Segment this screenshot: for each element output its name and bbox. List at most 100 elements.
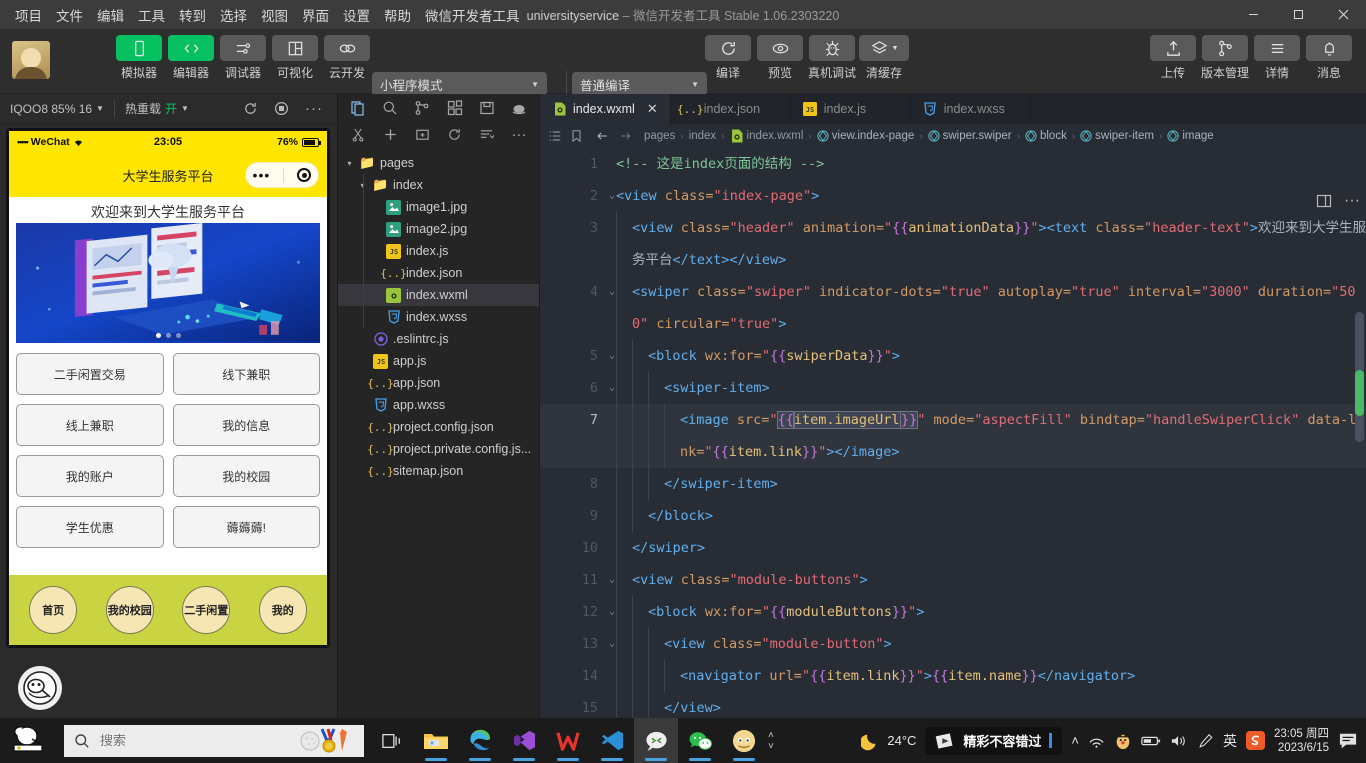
refresh-icon[interactable] bbox=[243, 101, 258, 116]
menu-item-6[interactable]: 视图 bbox=[254, 1, 295, 29]
menu-item-10[interactable]: 微信开发者工具 bbox=[418, 1, 527, 29]
menu-item-3[interactable]: 工具 bbox=[131, 1, 172, 29]
bookmark-icon[interactable] bbox=[570, 129, 583, 143]
code-line[interactable]: 4 ⌄ <swiper class="swiper" indicator-dots=… bbox=[540, 276, 1366, 340]
branch-icon[interactable] bbox=[406, 96, 438, 120]
wps-icon[interactable] bbox=[546, 718, 590, 763]
wechat-devtools-icon[interactable] bbox=[634, 718, 678, 763]
back-arrow-icon[interactable] bbox=[595, 129, 610, 143]
visual-studio-icon[interactable] bbox=[502, 718, 546, 763]
taskbar-clock[interactable]: 23:05 周四 2023/6/15 bbox=[1274, 727, 1329, 755]
module-button-4[interactable]: 我的账户 bbox=[16, 455, 164, 497]
swiper-dot[interactable] bbox=[165, 333, 171, 338]
chevron-down-icon[interactable]: ▾ bbox=[344, 159, 355, 168]
file-tree-item[interactable]: {..} project.private.config.js... bbox=[338, 438, 539, 460]
code-line[interactable]: 6 ⌄ <swiper-item> bbox=[540, 372, 1366, 404]
file-tree-item[interactable]: app.wxss bbox=[338, 394, 539, 416]
breadcrumb-item[interactable]: image bbox=[1167, 130, 1214, 142]
file-tree-item[interactable]: ▾📁index bbox=[338, 174, 539, 196]
file-tree-item[interactable]: {..} app.json bbox=[338, 372, 539, 394]
module-button-3[interactable]: 我的信息 bbox=[172, 404, 320, 446]
phone-tab-2[interactable]: 二手闲置 bbox=[182, 586, 231, 634]
wechat-icon[interactable] bbox=[678, 718, 722, 763]
extensions-icon[interactable] bbox=[439, 96, 471, 120]
menu-item-2[interactable]: 编辑 bbox=[90, 1, 131, 29]
toolbar-item-版本管理[interactable]: 版本管理 bbox=[1201, 35, 1249, 81]
code-line[interactable]: 2 ⌄ <view class="index-page"> bbox=[540, 180, 1366, 212]
breadcrumb-item[interactable]: view.index-page bbox=[817, 130, 914, 142]
toolbar-item-编译[interactable]: 编译 bbox=[705, 35, 751, 81]
module-button-6[interactable]: 学生优惠 bbox=[16, 506, 164, 548]
battery-icon[interactable] bbox=[1141, 734, 1161, 748]
swiper-dot[interactable] bbox=[155, 333, 161, 338]
save-icon[interactable] bbox=[471, 96, 503, 120]
qq-icon[interactable] bbox=[1114, 732, 1132, 750]
toolbar-item-编辑器[interactable]: 编辑器 bbox=[168, 35, 214, 81]
files-icon[interactable] bbox=[342, 96, 374, 120]
vscode-icon[interactable] bbox=[590, 718, 634, 763]
taskbar-search[interactable] bbox=[64, 724, 364, 757]
file-tree-item[interactable]: image2.jpg bbox=[338, 218, 539, 240]
code-line[interactable]: 12 ⌄ <block wx:for="{{moduleButtons}}"> bbox=[540, 596, 1366, 628]
code-line[interactable]: 8 </swiper-item> bbox=[540, 468, 1366, 500]
file-tree-item[interactable]: index.wxss bbox=[338, 306, 539, 328]
device-select[interactable]: IQOO8 85% 16 ▼ bbox=[0, 94, 114, 124]
pen-icon[interactable] bbox=[1197, 733, 1214, 749]
compile-select[interactable]: 普通编译 ▼ bbox=[572, 72, 707, 96]
news-widget[interactable]: 精彩不容错过 bbox=[925, 726, 1063, 755]
code-line[interactable]: 14 <navigator url="{{item.link}}">{{item.… bbox=[540, 660, 1366, 692]
code-line[interactable]: 1 <!-- 这是index页面的结构 --> bbox=[540, 148, 1366, 180]
notification-icon[interactable] bbox=[1338, 732, 1358, 750]
file-tree-item[interactable]: ▾ 📁 pages bbox=[338, 152, 539, 174]
close-tab-icon[interactable]: ✕ bbox=[647, 101, 658, 117]
phone-tab-1[interactable]: 我的校园 bbox=[105, 586, 154, 634]
volume-icon[interactable] bbox=[1170, 733, 1188, 749]
menu-item-1[interactable]: 文件 bbox=[49, 1, 90, 29]
breadcrumb-item[interactable]: swiper.swiper bbox=[927, 130, 1012, 142]
file-tree-item[interactable]: {..} project.config.json bbox=[338, 416, 539, 438]
editor-tab-index.json[interactable]: {..} index.json bbox=[671, 94, 791, 124]
editor-tab-index.wxss[interactable]: index.wxss bbox=[911, 94, 1031, 124]
menu-item-8[interactable]: 设置 bbox=[336, 1, 377, 29]
phone-tab-3[interactable]: 我的 bbox=[258, 586, 307, 634]
debug-icon[interactable] bbox=[503, 96, 535, 120]
close-button[interactable] bbox=[1321, 0, 1366, 29]
taskbar-scroll-arrows[interactable]: ˄ ˅ bbox=[768, 730, 774, 752]
mode-select[interactable]: 小程序模式 ▼ bbox=[372, 72, 547, 96]
capsule-close-icon[interactable] bbox=[297, 168, 312, 182]
outline-icon[interactable] bbox=[548, 129, 562, 143]
start-button[interactable] bbox=[0, 718, 64, 763]
wifi-icon[interactable] bbox=[1088, 733, 1105, 748]
maximize-button[interactable] bbox=[1276, 0, 1321, 29]
editor-tab-index.wxml[interactable]: index.wxml ✕ bbox=[540, 94, 671, 124]
code-line[interactable]: 3 <view class="header" animation="{{anima… bbox=[540, 212, 1366, 276]
menu-item-0[interactable]: 项目 bbox=[8, 1, 49, 29]
toolbar-item-调试器[interactable]: 调试器 bbox=[220, 35, 266, 81]
toolbar-item-模拟器[interactable]: 模拟器 bbox=[116, 35, 162, 81]
code-area[interactable]: 1 <!-- 这是index页面的结构 --> 2 ⌄ <view class="ind… bbox=[540, 148, 1366, 718]
toolbar-item-预览[interactable]: 预览 bbox=[757, 35, 803, 81]
new-folder-icon[interactable] bbox=[406, 123, 438, 147]
more-icon[interactable]: ··· bbox=[503, 123, 535, 147]
file-tree-item[interactable]: JS app.js bbox=[338, 350, 539, 372]
phone-tab-0[interactable]: 首页 bbox=[29, 586, 78, 634]
file-tree-item[interactable]: {..} sitemap.json bbox=[338, 460, 539, 482]
breadcrumb-item[interactable]: index bbox=[689, 130, 717, 142]
app-icon[interactable] bbox=[722, 718, 766, 763]
scroll-down-icon[interactable]: ˅ bbox=[768, 741, 774, 752]
code-line[interactable]: 13 ⌄ <view class="module-button"> bbox=[540, 628, 1366, 660]
scroll-up-icon[interactable]: ˄ bbox=[768, 730, 774, 741]
ime-indicator[interactable]: 英 bbox=[1223, 731, 1237, 751]
capsule-more-icon[interactable]: ••• bbox=[253, 167, 271, 183]
toolbar-item-云开发[interactable]: 云开发 bbox=[324, 35, 370, 81]
forward-arrow-icon[interactable] bbox=[618, 129, 633, 143]
collapse-icon[interactable] bbox=[471, 123, 503, 147]
swiper-dot[interactable] bbox=[175, 333, 181, 338]
module-button-7[interactable]: 薅薅薅! bbox=[172, 506, 320, 548]
menu-item-4[interactable]: 转到 bbox=[172, 1, 213, 29]
toolbar-item-真机调试[interactable]: 真机调试 bbox=[808, 35, 856, 81]
toolbar-item-可视化[interactable]: 可视化 bbox=[272, 35, 318, 81]
toolbar-item-消息[interactable]: 消息 bbox=[1306, 35, 1352, 81]
module-button-5[interactable]: 我的校园 bbox=[172, 455, 320, 497]
toolbar-item-上传[interactable]: 上传 bbox=[1150, 35, 1196, 81]
